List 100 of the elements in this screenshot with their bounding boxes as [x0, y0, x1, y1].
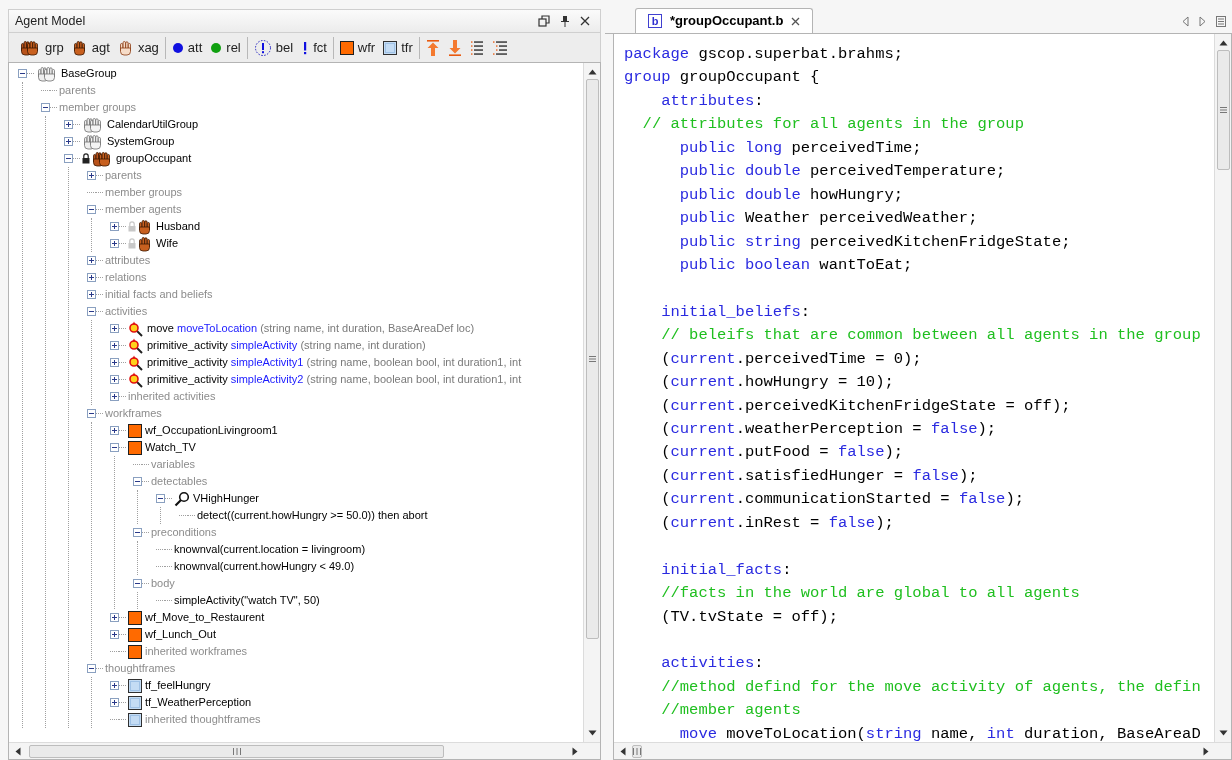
tree-item-label[interactable]: SystemGroup: [107, 133, 175, 150]
tree-item-label[interactable]: initial facts and beliefs: [105, 286, 213, 303]
tree-item-label[interactable]: parents: [59, 82, 96, 99]
expand-toggle[interactable]: [110, 341, 119, 350]
expand-toggle[interactable]: [41, 103, 50, 112]
toolbar-button[interactable]: [468, 39, 485, 56]
tree-item-label[interactable]: detectables: [151, 473, 208, 490]
tree-item-label[interactable]: activities: [105, 303, 148, 320]
tree-item-label[interactable]: member groups: [59, 99, 137, 116]
tree-item-label[interactable]: attributes: [105, 252, 151, 269]
expand-toggle[interactable]: [110, 358, 119, 367]
vertical-scrollbar[interactable]: [1214, 34, 1231, 742]
tree-item-label[interactable]: BaseGroup: [61, 65, 117, 82]
expand-toggle[interactable]: [87, 256, 96, 265]
previous-icon[interactable]: [1182, 16, 1189, 27]
tree-item-label[interactable]: wf_Move_to_Restaurent: [145, 609, 265, 626]
tree-item-label[interactable]: Wife: [156, 235, 178, 252]
toolbar-button[interactable]: bel: [252, 37, 295, 58]
expand-toggle[interactable]: [87, 409, 96, 418]
tree-item-label[interactable]: inherited activities: [128, 388, 216, 405]
scroll-left-icon[interactable]: [620, 746, 626, 756]
tree-item-label[interactable]: workframes: [105, 405, 162, 422]
expand-toggle[interactable]: [87, 307, 96, 316]
expand-toggle[interactable]: [110, 392, 119, 401]
tree-item-label[interactable]: simpleActivity("watch TV", 50): [174, 592, 320, 609]
tree-item-label[interactable]: inherited thoughtframes: [145, 711, 261, 728]
tree-item-label[interactable]: wf_OccupationLivingroom1: [145, 422, 278, 439]
scroll-up-icon[interactable]: [1218, 40, 1228, 46]
toolbar-button[interactable]: rel: [209, 37, 242, 58]
expand-toggle[interactable]: [156, 494, 165, 503]
toolbar-button[interactable]: xag: [116, 37, 160, 58]
toolbar-button[interactable]: wfr: [338, 37, 377, 58]
activity-signature[interactable]: primitive_activity simpleActivity1 (string name, boolean bool, int duration1, int: [147, 354, 522, 371]
next-icon[interactable]: [1199, 16, 1206, 27]
expand-toggle[interactable]: [110, 426, 119, 435]
tree-item-label[interactable]: member agents: [105, 201, 182, 218]
horizontal-scrollbar[interactable]: [9, 742, 600, 759]
tree-item-label[interactable]: tf_feelHungry: [145, 677, 211, 694]
menu-icon[interactable]: [1216, 16, 1226, 27]
tree-item-label[interactable]: relations: [105, 269, 147, 286]
activity-signature[interactable]: move moveToLocation (string name, int duration, BaseAreaDef loc): [147, 320, 475, 337]
tree-item-label[interactable]: Husband: [156, 218, 201, 235]
tree-item-label[interactable]: groupOccupant: [116, 150, 192, 167]
expand-toggle[interactable]: [87, 205, 96, 214]
pin-icon[interactable]: [560, 15, 570, 27]
toolbar-button[interactable]: [446, 38, 463, 57]
tree-item-label[interactable]: knownval(current.location = livingroom): [174, 541, 366, 558]
restore-icon[interactable]: [538, 15, 550, 27]
expand-toggle[interactable]: [110, 613, 119, 622]
tree-item-label[interactable]: body: [151, 575, 175, 592]
close-icon[interactable]: [580, 16, 590, 26]
expand-toggle[interactable]: [110, 443, 119, 452]
tree-item-label[interactable]: CalendarUtilGroup: [107, 116, 199, 133]
tree-item-label[interactable]: variables: [151, 456, 196, 473]
scroll-left-icon[interactable]: [15, 746, 21, 756]
expand-toggle[interactable]: [110, 324, 119, 333]
expand-toggle[interactable]: [87, 290, 96, 299]
expand-toggle[interactable]: [87, 171, 96, 180]
toolbar-button[interactable]: agt: [70, 37, 111, 58]
scroll-right-icon[interactable]: [572, 746, 578, 756]
horizontal-scrollbar[interactable]: [614, 742, 1231, 759]
toolbar-button[interactable]: att: [170, 37, 204, 58]
activity-signature[interactable]: primitive_activity simpleActivity2 (string name, boolean bool, int duration1, int: [147, 371, 522, 388]
tree-item-label[interactable]: inherited workframes: [145, 643, 248, 660]
tree-item-label[interactable]: preconditions: [151, 524, 217, 541]
scroll-right-icon[interactable]: [1203, 746, 1209, 756]
tree-item-label[interactable]: detect((current.howHungry >= 50.0)) then abort: [197, 507, 428, 524]
expand-toggle[interactable]: [18, 69, 27, 78]
expand-toggle[interactable]: [110, 698, 119, 707]
tree-item-label[interactable]: member groups: [105, 184, 183, 201]
toolbar-button[interactable]: fct: [300, 37, 328, 58]
tree-item-label[interactable]: Watch_TV: [145, 439, 196, 456]
toolbar-button[interactable]: grp: [18, 37, 65, 58]
close-icon[interactable]: [791, 16, 801, 26]
expand-toggle[interactable]: [110, 222, 119, 231]
scroll-down-icon[interactable]: [587, 730, 597, 736]
expand-toggle[interactable]: [87, 273, 96, 282]
expand-toggle[interactable]: [110, 681, 119, 690]
toolbar-button[interactable]: tfr: [382, 37, 414, 58]
expand-toggle[interactable]: [133, 477, 142, 486]
toolbar-button[interactable]: [424, 38, 441, 57]
expand-toggle[interactable]: [64, 154, 73, 163]
scroll-down-icon[interactable]: [1218, 730, 1228, 736]
expand-toggle[interactable]: [64, 137, 73, 146]
expand-toggle[interactable]: [64, 120, 73, 129]
tree-item-label[interactable]: knownval(current.howHungry < 49.0): [174, 558, 355, 575]
expand-toggle[interactable]: [110, 630, 119, 639]
tree-item-label[interactable]: parents: [105, 167, 142, 184]
expand-toggle[interactable]: [133, 579, 142, 588]
scroll-up-icon[interactable]: [587, 69, 597, 75]
expand-toggle[interactable]: [133, 528, 142, 537]
tree-item-label[interactable]: thoughtframes: [105, 660, 176, 677]
vertical-scrollbar[interactable]: [583, 63, 600, 742]
toolbar-button[interactable]: [490, 39, 509, 56]
tree-item-label[interactable]: tf_WeatherPerception: [145, 694, 252, 711]
expand-toggle[interactable]: [110, 375, 119, 384]
tree-item-label[interactable]: VHighHunger: [193, 490, 260, 507]
editor-tab[interactable]: b *groupOccupant.b: [635, 8, 814, 33]
activity-signature[interactable]: primitive_activity simpleActivity (string name, int duration): [147, 337, 426, 354]
tree-item-label[interactable]: wf_Lunch_Out: [145, 626, 216, 643]
